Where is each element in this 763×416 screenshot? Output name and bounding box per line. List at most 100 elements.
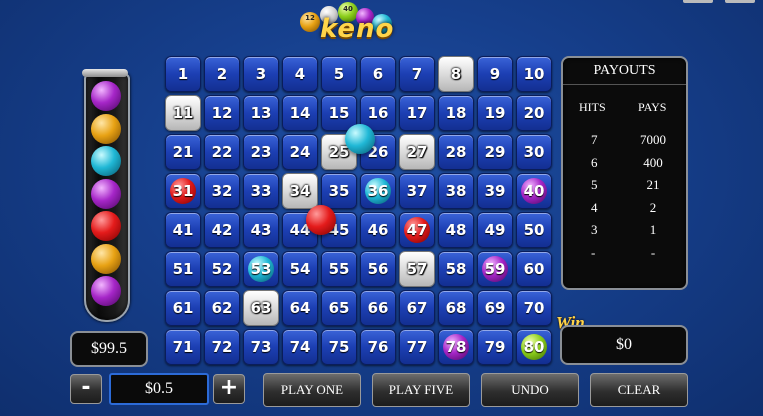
number-cell[interactable]: 50 [516,212,552,248]
number-cell[interactable]: 5 [321,56,357,92]
number-cell[interactable]: 20 [516,95,552,131]
number-cell[interactable]: 19 [477,95,513,131]
number-cell[interactable]: 64 [282,290,318,326]
number-label: 1 [177,65,189,83]
number-cell[interactable]: 28 [438,134,474,170]
number-label: 29 [484,143,506,161]
number-cell[interactable]: 74 [282,329,318,365]
number-cell[interactable]: 22 [204,134,240,170]
clear-button[interactable]: CLEAR [590,373,688,407]
top-button-2[interactable] [725,0,755,3]
number-cell[interactable]: 66 [360,290,396,326]
payout-pays: 7000 [640,132,666,147]
number-cell[interactable]: 70 [516,290,552,326]
number-cell[interactable]: 10 [516,56,552,92]
number-cell[interactable]: 12 [204,95,240,131]
number-cell[interactable]: 31 [165,173,201,209]
number-cell[interactable]: 24 [282,134,318,170]
number-cell[interactable]: 11 [165,95,201,131]
number-cell[interactable]: 68 [438,290,474,326]
number-cell[interactable]: 53 [243,251,279,287]
number-label: 33 [250,182,272,200]
number-cell[interactable]: 67 [399,290,435,326]
number-cell[interactable]: 3 [243,56,279,92]
number-label: 56 [367,260,389,278]
number-cell[interactable]: 65 [321,290,357,326]
number-cell[interactable]: 42 [204,212,240,248]
number-cell[interactable]: 23 [243,134,279,170]
number-cell[interactable]: 9 [477,56,513,92]
number-cell[interactable]: 79 [477,329,513,365]
play-five-button[interactable]: PLAY FIVE [372,373,470,407]
number-label: 73 [250,338,272,356]
number-cell[interactable]: 61 [165,290,201,326]
number-cell[interactable]: 49 [477,212,513,248]
number-label: 9 [489,65,501,83]
increase-bet-button[interactable]: + [213,374,245,404]
number-cell[interactable]: 8 [438,56,474,92]
undo-button[interactable]: UNDO [481,373,579,407]
number-cell[interactable]: 1 [165,56,201,92]
number-cell[interactable]: 18 [438,95,474,131]
number-cell[interactable]: 21 [165,134,201,170]
number-cell[interactable]: 58 [438,251,474,287]
number-cell[interactable]: 63 [243,290,279,326]
decrease-bet-button[interactable]: - [70,374,102,404]
number-cell[interactable]: 43 [243,212,279,248]
play-one-button[interactable]: PLAY ONE [263,373,361,407]
number-label: 53 [250,260,272,278]
number-cell[interactable]: 36 [360,173,396,209]
number-cell[interactable]: 38 [438,173,474,209]
number-label: 19 [484,104,506,122]
number-cell[interactable]: 78 [438,329,474,365]
number-cell[interactable]: 13 [243,95,279,131]
number-cell[interactable]: 47 [399,212,435,248]
number-cell[interactable]: 73 [243,329,279,365]
number-cell[interactable]: 34 [282,173,318,209]
number-cell[interactable]: 33 [243,173,279,209]
number-label: 55 [328,260,350,278]
number-cell[interactable]: 54 [282,251,318,287]
number-cell[interactable]: 51 [165,251,201,287]
number-cell[interactable]: 62 [204,290,240,326]
tube-ball [91,276,121,306]
number-cell[interactable]: 35 [321,173,357,209]
number-cell[interactable]: 29 [477,134,513,170]
number-cell[interactable]: 30 [516,134,552,170]
number-label: 59 [484,260,506,278]
number-cell[interactable]: 56 [360,251,396,287]
number-cell[interactable]: 52 [204,251,240,287]
number-cell[interactable]: 80 [516,329,552,365]
number-cell[interactable]: 32 [204,173,240,209]
number-cell[interactable]: 6 [360,56,396,92]
number-cell[interactable]: 57 [399,251,435,287]
number-cell[interactable]: 2 [204,56,240,92]
number-cell[interactable]: 71 [165,329,201,365]
number-cell[interactable]: 40 [516,173,552,209]
number-cell[interactable]: 27 [399,134,435,170]
number-cell[interactable]: 55 [321,251,357,287]
number-cell[interactable]: 59 [477,251,513,287]
number-cell[interactable]: 76 [360,329,396,365]
number-label: 23 [250,143,272,161]
number-cell[interactable]: 37 [399,173,435,209]
logo-word: keno [320,14,395,44]
number-cell[interactable]: 46 [360,212,396,248]
number-cell[interactable]: 14 [282,95,318,131]
number-cell[interactable]: 75 [321,329,357,365]
number-cell[interactable]: 17 [399,95,435,131]
top-button-1[interactable] [683,0,713,3]
number-cell[interactable]: 4 [282,56,318,92]
number-cell[interactable]: 60 [516,251,552,287]
number-cell[interactable]: 41 [165,212,201,248]
number-cell[interactable]: 48 [438,212,474,248]
payout-hits: 7 [591,132,598,147]
number-label: 2 [216,65,228,83]
number-cell[interactable]: 69 [477,290,513,326]
number-cell[interactable]: 7 [399,56,435,92]
number-cell[interactable]: 39 [477,173,513,209]
number-cell[interactable]: 77 [399,329,435,365]
number-cell[interactable]: 72 [204,329,240,365]
number-label: 43 [250,221,272,239]
tube-ball [91,81,121,111]
